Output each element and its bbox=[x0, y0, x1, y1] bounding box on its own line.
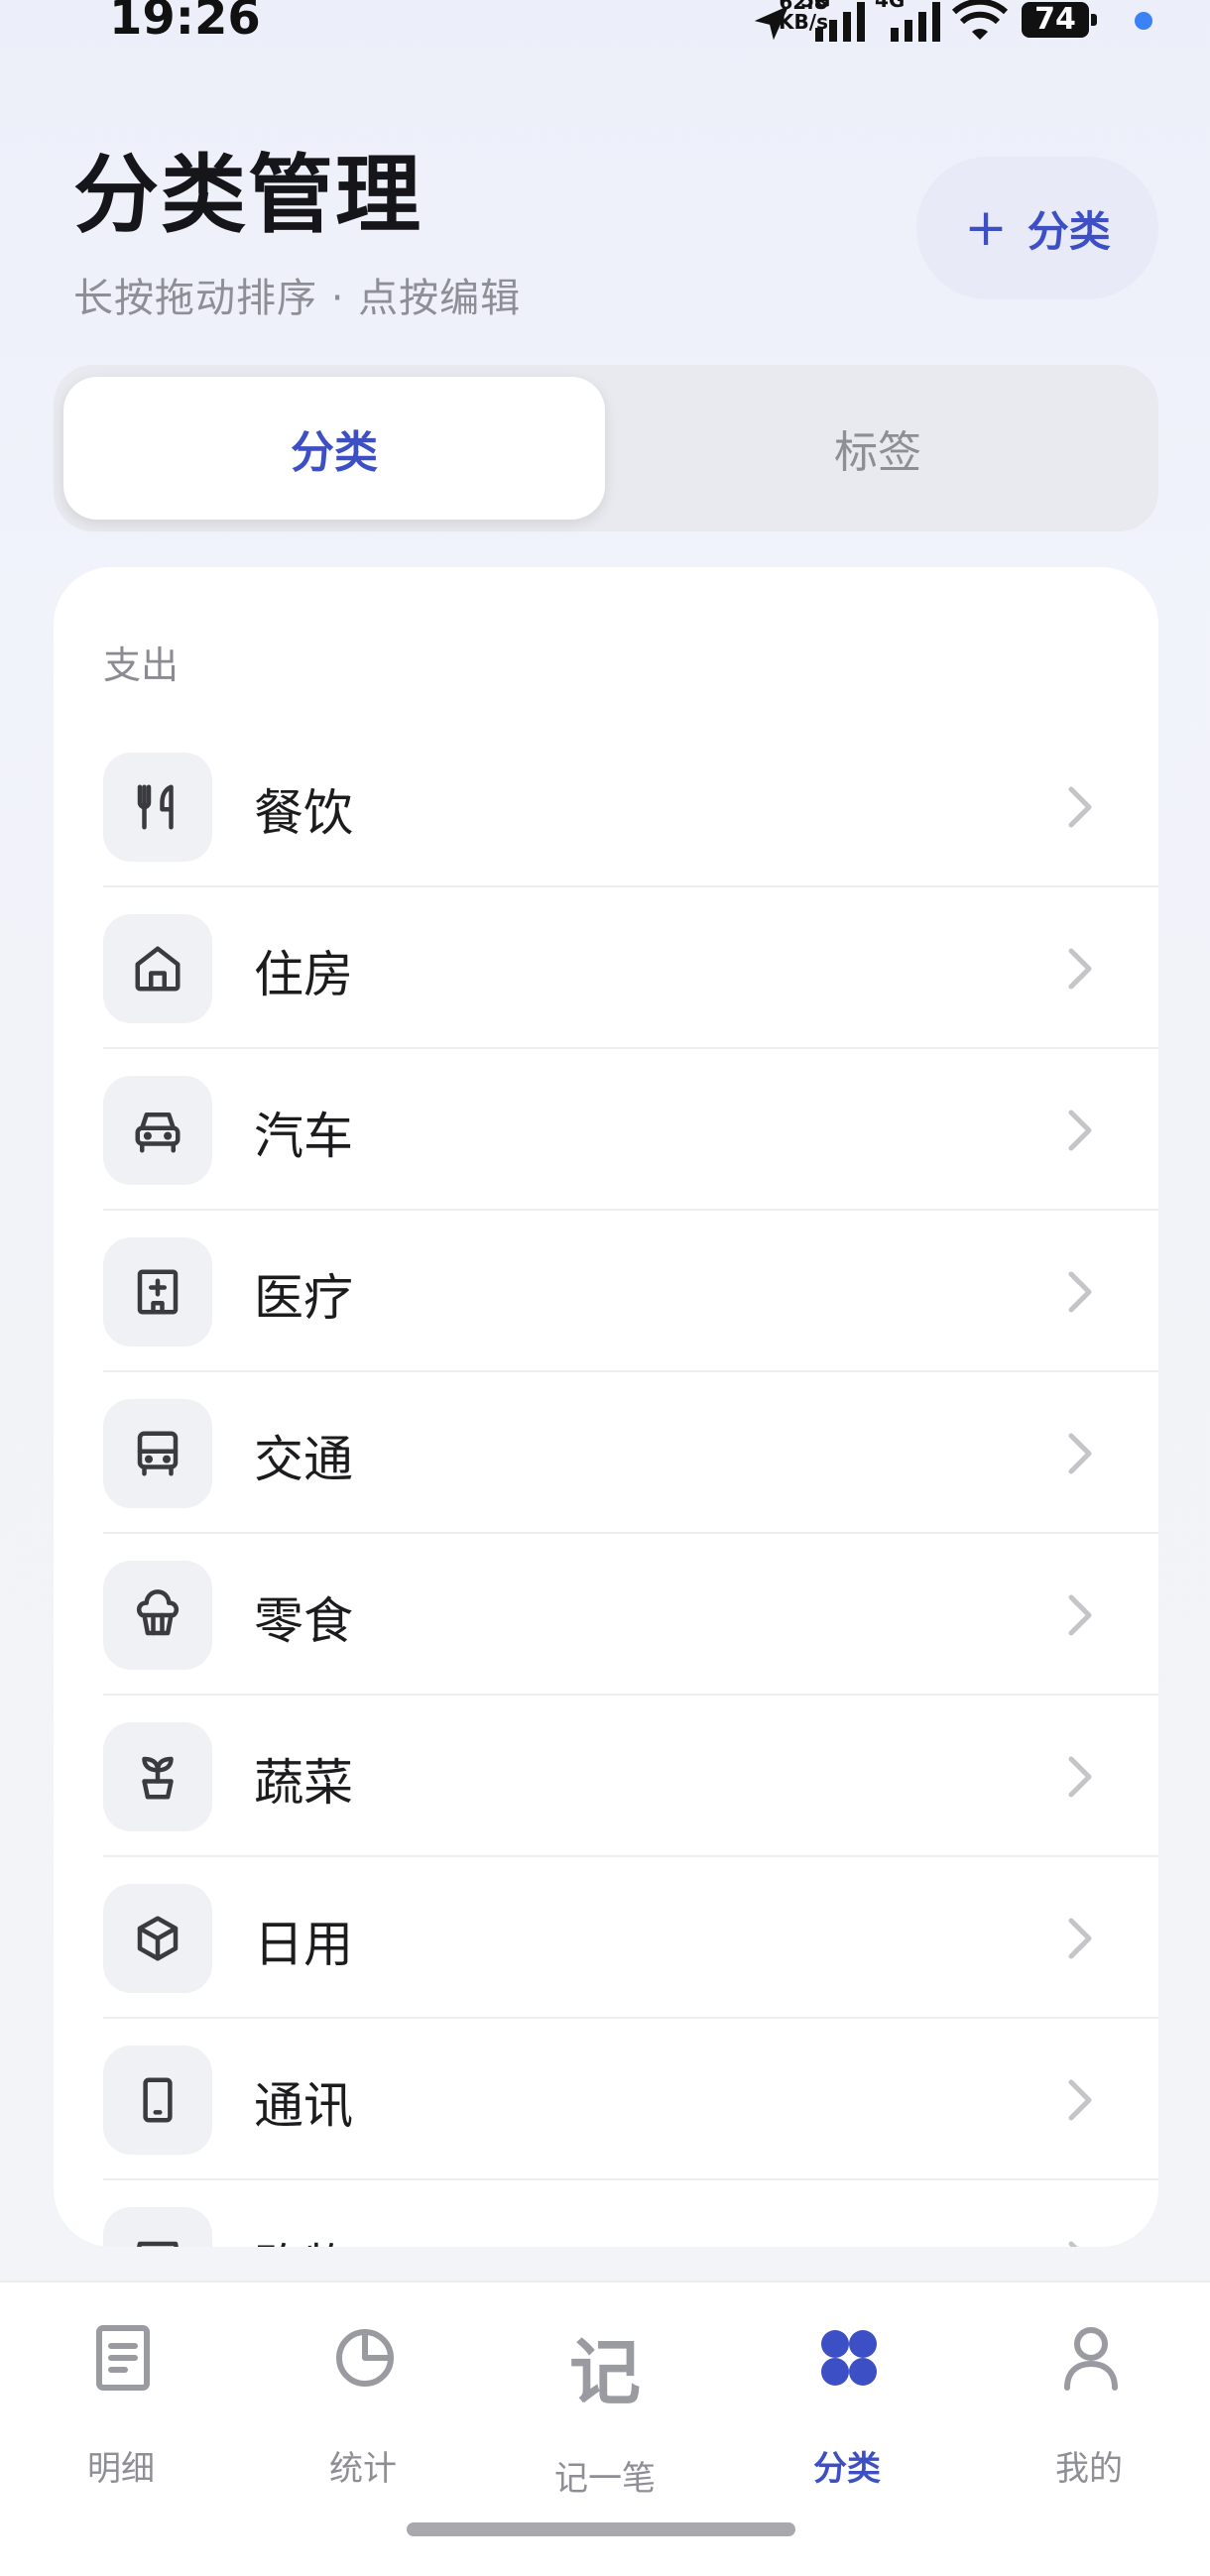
wifi-icon bbox=[952, 0, 1008, 40]
chevron-right-icon bbox=[1068, 1594, 1092, 1636]
category-label: 交通 bbox=[254, 1431, 353, 1488]
hospital-icon bbox=[103, 1237, 212, 1347]
pie-chart-icon bbox=[336, 2329, 394, 2387]
chevron-right-icon bbox=[1068, 948, 1092, 990]
house-icon bbox=[103, 914, 212, 1023]
status-time: 19:26 bbox=[109, 0, 261, 46]
plus-icon: + bbox=[964, 198, 1008, 258]
chevron-right-icon bbox=[1068, 1918, 1092, 1959]
section-label-expense: 支出 bbox=[103, 644, 180, 687]
document-icon bbox=[96, 2325, 150, 2391]
category-label: 汽车 bbox=[254, 1108, 353, 1165]
ji-glyph-icon: 记 bbox=[568, 2331, 641, 2414]
home-indicator bbox=[407, 2522, 795, 2536]
category-item-medical[interactable]: 医疗 bbox=[54, 1211, 1158, 1372]
category-label: 医疗 bbox=[254, 1269, 353, 1327]
person-icon bbox=[1064, 2327, 1118, 2391]
tab-category[interactable]: 分类 bbox=[63, 377, 605, 520]
category-item-vegetables[interactable]: 蔬菜 bbox=[54, 1696, 1158, 1857]
category-item-transport[interactable]: 交通 bbox=[54, 1372, 1158, 1534]
tab-statistics[interactable]: 统计 bbox=[264, 2322, 462, 2491]
category-item-shopping[interactable]: 购物 bbox=[54, 2180, 1158, 2247]
sprout-icon bbox=[103, 1722, 212, 1831]
category-item-daily-use[interactable]: 日用 bbox=[54, 1857, 1158, 2019]
chevron-right-icon bbox=[1068, 1271, 1092, 1313]
category-item-housing[interactable]: 住房 bbox=[54, 887, 1158, 1049]
add-category-label: 分类 bbox=[1027, 206, 1111, 256]
category-list: 餐饮 住房 汽车 医疗 交通 零食 蔬菜 日用 通讯 bbox=[54, 726, 1158, 2247]
category-label: 购物 bbox=[254, 2228, 353, 2247]
tab-label: 分类 bbox=[813, 2449, 881, 2489]
chevron-right-icon bbox=[1068, 1110, 1092, 1151]
category-item-telecom[interactable]: 通讯 bbox=[54, 2019, 1158, 2180]
chevron-right-icon bbox=[1068, 2079, 1092, 2121]
location-arrow-icon bbox=[754, 5, 789, 41]
tab-mine[interactable]: 我的 bbox=[990, 2322, 1188, 2491]
page-subtitle: 长按拖动排序 · 点按编辑 bbox=[73, 276, 522, 321]
chevron-right-icon bbox=[1068, 1756, 1092, 1798]
segmented-control: 分类 标签 bbox=[54, 365, 1158, 531]
tab-label: 明细 bbox=[87, 2449, 155, 2489]
cupcake-icon bbox=[103, 1561, 212, 1670]
tab-label: 统计 bbox=[329, 2449, 397, 2489]
tab-label: 记一笔 bbox=[554, 2459, 656, 2499]
chevron-right-icon bbox=[1068, 786, 1092, 828]
category-label: 餐饮 bbox=[254, 784, 353, 842]
store-icon bbox=[103, 2207, 212, 2247]
category-item-dining[interactable]: 餐饮 bbox=[54, 726, 1158, 887]
notification-dot-icon bbox=[1135, 12, 1152, 30]
signal-icon bbox=[815, 2, 865, 42]
grid-dots-icon bbox=[821, 2330, 877, 2386]
category-item-snacks[interactable]: 零食 bbox=[54, 1534, 1158, 1696]
car-icon bbox=[103, 1076, 212, 1185]
battery-tip bbox=[1091, 14, 1097, 26]
chevron-right-icon bbox=[1068, 1433, 1092, 1474]
category-card: 支出 餐饮 住房 汽车 医疗 交通 零食 蔬菜 日用 通讯 bbox=[54, 567, 1158, 2247]
chevron-right-icon bbox=[1068, 2241, 1078, 2247]
category-label: 蔬菜 bbox=[254, 1754, 353, 1812]
phone-icon bbox=[103, 2046, 212, 2155]
page-title: 分类管理 bbox=[73, 146, 423, 245]
category-item-car[interactable]: 汽车 bbox=[54, 1049, 1158, 1211]
signal-icon bbox=[891, 2, 940, 42]
tab-label: 我的 bbox=[1055, 2449, 1123, 2489]
category-label: 通讯 bbox=[254, 2077, 353, 2135]
category-label: 零食 bbox=[254, 1592, 353, 1650]
category-label: 日用 bbox=[254, 1916, 353, 1973]
tab-details[interactable]: 明细 bbox=[22, 2322, 220, 2491]
utensils-icon bbox=[103, 753, 212, 862]
battery-icon: 74 bbox=[1022, 2, 1089, 38]
category-label: 住房 bbox=[254, 946, 353, 1003]
tab-tags[interactable]: 标签 bbox=[607, 377, 1149, 520]
bus-icon bbox=[103, 1399, 212, 1508]
box-icon bbox=[103, 1884, 212, 1993]
tab-record[interactable]: 记 记一笔 bbox=[506, 2322, 704, 2499]
tab-category[interactable]: 分类 bbox=[748, 2322, 946, 2491]
add-category-button[interactable]: + 分类 bbox=[916, 157, 1158, 299]
status-bar: 19:26 62.8 KB/s 5G 4G 74 bbox=[0, 0, 1210, 56]
